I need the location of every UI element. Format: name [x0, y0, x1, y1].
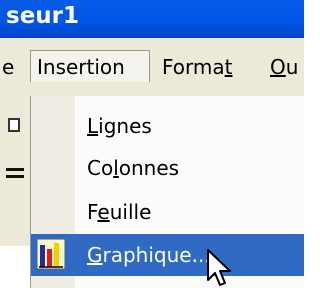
- toolbar-document-icon[interactable]: [8, 118, 20, 132]
- label-pre: F: [87, 200, 98, 224]
- menu-outils-partial[interactable]: Ou: [270, 52, 298, 82]
- menu-insertion[interactable]: Insertion: [30, 50, 150, 82]
- label-post: onnes: [118, 156, 180, 180]
- label-mnemonic: G: [87, 243, 103, 267]
- label-pre: Co: [87, 156, 114, 180]
- menu-outils-rest: u: [285, 55, 299, 79]
- menu-item-colonnes[interactable]: Colonnes: [31, 148, 304, 188]
- chart-icon: [37, 239, 65, 269]
- label-post: uille: [109, 200, 152, 224]
- menu-item-feuille-label: Feuille: [87, 192, 151, 232]
- label-post: ignes: [98, 114, 152, 138]
- menu-item-graphique-label: Graphique...: [87, 234, 211, 276]
- toolbar-strip: [0, 96, 30, 288]
- label-mnemonic: e: [97, 200, 110, 224]
- menu-outils-mnemonic: O: [270, 55, 286, 79]
- menu-item-colonnes-label: Colonnes: [87, 148, 179, 188]
- menu-format-mnemonic: t: [224, 55, 233, 79]
- window-title: seur1: [6, 3, 80, 29]
- insertion-dropdown: Lignes Colonnes Feuille Graphique...: [30, 96, 304, 288]
- menu-bar: e Insertion Format Ou: [0, 38, 304, 97]
- toolbar-align-icon[interactable]: [6, 168, 24, 178]
- menu-edit-partial[interactable]: e: [2, 52, 14, 82]
- window-titlebar[interactable]: seur1: [0, 0, 304, 38]
- menu-edit-partial-label: e: [2, 55, 15, 79]
- label-post: raphique...: [102, 243, 211, 267]
- mouse-pointer-icon: [207, 249, 231, 286]
- menu-item-graphique[interactable]: Graphique...: [31, 234, 304, 276]
- worksheet-edge: [0, 246, 30, 288]
- menu-format[interactable]: Format: [162, 52, 232, 82]
- menu-item-lignes[interactable]: Lignes: [31, 106, 304, 146]
- menu-item-feuille[interactable]: Feuille: [31, 192, 304, 232]
- menu-format-label-prefix: Forma: [162, 55, 225, 79]
- menu-item-lignes-label: Lignes: [87, 106, 152, 146]
- menu-insertion-label: Insertion: [37, 55, 125, 79]
- label-mnemonic: L: [87, 114, 99, 138]
